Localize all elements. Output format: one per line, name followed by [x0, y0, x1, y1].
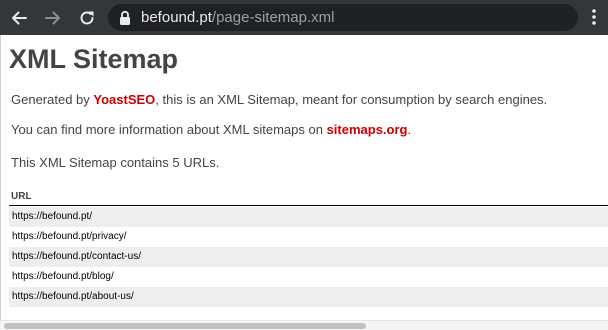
reload-icon — [80, 11, 94, 25]
kebab-menu-icon[interactable] — [588, 7, 600, 27]
intro-suffix: , this is an XML Sitemap, meant for cons… — [155, 92, 548, 107]
arrow-right-icon — [45, 11, 60, 25]
browser-window: befound.pt/page-sitemap.xml XML Sitemap … — [0, 0, 608, 330]
url-link[interactable]: https://befound.pt/privacy/ — [12, 231, 127, 242]
table-row[interactable]: https://befound.pt/blog/ — [9, 267, 608, 287]
horizontal-scrollbar[interactable] — [0, 320, 608, 330]
sitemaps-org-link[interactable]: sitemaps.org — [327, 122, 408, 137]
intro-text: Generated by YoastSEO, this is an XML Si… — [11, 92, 547, 108]
sitemap-table: https://befound.pt/ https://befound.pt/p… — [9, 207, 608, 307]
back-button[interactable] — [6, 5, 32, 31]
address-url[interactable]: befound.pt/page-sitemap.xml — [141, 9, 334, 27]
table-row[interactable]: https://befound.pt/about-us/ — [9, 287, 608, 307]
page-content: XML Sitemap Generated by YoastSEO, this … — [0, 35, 608, 330]
reload-button[interactable] — [74, 5, 100, 31]
url-link[interactable]: https://befound.pt/contact-us/ — [12, 251, 141, 262]
table-row[interactable]: https://befound.pt/contact-us/ — [9, 247, 608, 267]
intro-prefix: Generated by — [11, 92, 94, 107]
table-row[interactable]: https://befound.pt/ — [9, 207, 608, 227]
url-host: befound.pt — [141, 9, 212, 26]
arrow-left-icon — [12, 11, 27, 25]
forward-button[interactable] — [40, 5, 66, 31]
header-divider — [9, 205, 608, 206]
url-count-text: This XML Sitemap contains 5 URLs. — [11, 155, 220, 170]
address-bar[interactable]: befound.pt/page-sitemap.xml — [108, 4, 578, 31]
url-link[interactable]: https://befound.pt/about-us/ — [12, 291, 134, 302]
info-suffix: . — [407, 122, 412, 137]
scrollbar-thumb[interactable] — [4, 323, 366, 329]
info-text: You can find more information about XML … — [11, 122, 411, 138]
lock-icon[interactable] — [118, 10, 132, 26]
url-link[interactable]: https://befound.pt/blog/ — [12, 271, 114, 282]
table-row[interactable]: https://befound.pt/privacy/ — [9, 227, 608, 247]
info-prefix: You can find more information about XML … — [11, 122, 327, 137]
yoastseo-link[interactable]: YoastSEO — [93, 92, 155, 107]
browser-toolbar: befound.pt/page-sitemap.xml — [0, 0, 608, 35]
page-title: XML Sitemap — [9, 44, 179, 74]
url-link[interactable]: https://befound.pt/ — [12, 211, 92, 222]
url-path: /page-sitemap.xml — [211, 9, 335, 26]
url-column-header: URL — [11, 191, 32, 202]
